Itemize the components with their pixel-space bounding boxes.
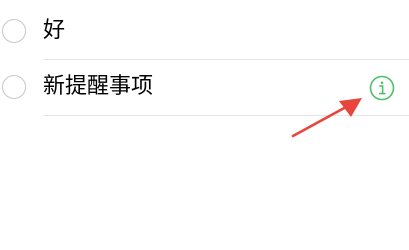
reminders-list: 好 新提醒事项 [0, 0, 409, 250]
list-item[interactable]: 好 [0, 4, 409, 60]
complete-toggle-circle-icon[interactable] [2, 75, 26, 99]
separator [43, 115, 409, 116]
reminder-title[interactable]: 新提醒事项 [43, 72, 153, 102]
complete-toggle-circle-icon[interactable] [2, 19, 26, 43]
list-item[interactable]: 新提醒事项 [0, 60, 409, 116]
info-icon [369, 75, 395, 101]
info-button[interactable] [369, 75, 395, 101]
reminder-title[interactable]: 好 [43, 16, 65, 46]
